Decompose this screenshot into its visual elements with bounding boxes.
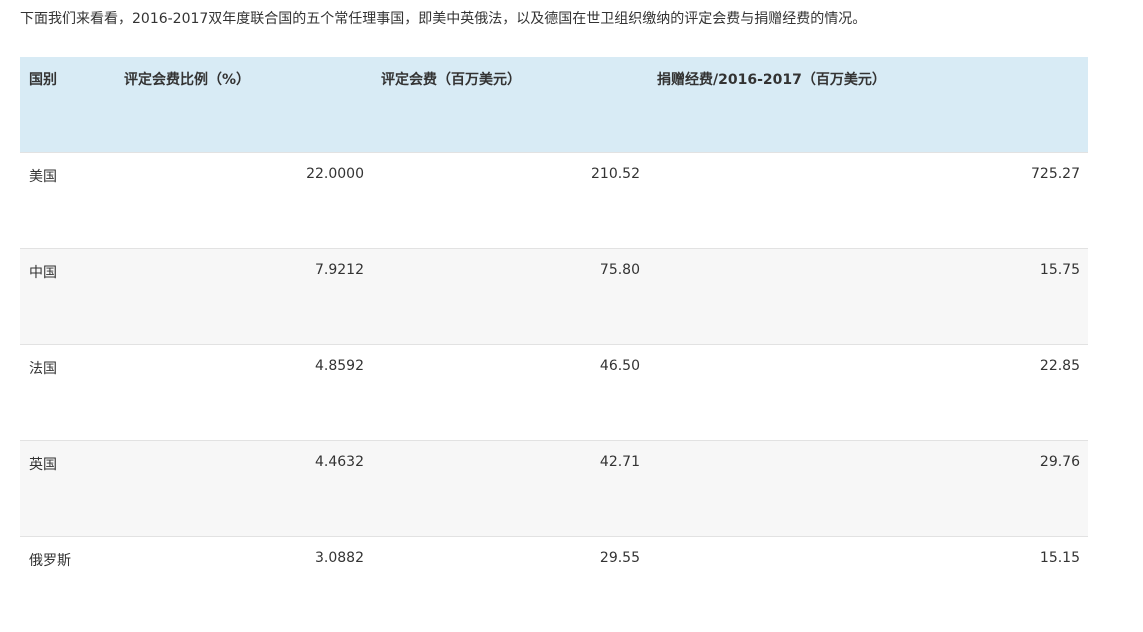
table-row: 法国 4.8592 46.50 22.85 [20, 343, 1088, 440]
cell-country: 俄罗斯 [20, 535, 115, 632]
header-assessed-fee: 评定会费（百万美元） [372, 57, 648, 152]
cell-country: 美国 [20, 151, 115, 248]
table-row: 美国 22.0000 210.52 725.27 [20, 151, 1088, 248]
cell-country: 法国 [20, 343, 115, 440]
table-row: 英国 4.4632 42.71 29.76 [20, 439, 1088, 536]
cell-donation: 22.85 [648, 343, 1088, 440]
cell-donation: 725.27 [648, 151, 1088, 248]
intro-paragraph: 下面我们来看看，2016-2017双年度联合国的五个常任理事国，即美中英俄法，以… [20, 11, 867, 27]
cell-country: 英国 [20, 439, 115, 536]
table-header-row: 国别 评定会费比例（%） 评定会费（百万美元） 捐赠经费/2016-2017（百… [20, 57, 1088, 152]
cell-ratio: 3.0882 [115, 535, 372, 632]
table-row: 俄罗斯 3.0882 29.55 15.15 [20, 535, 1088, 632]
cell-assessed-fee: 75.80 [372, 247, 648, 344]
header-donation: 捐赠经费/2016-2017（百万美元） [648, 57, 1088, 152]
header-ratio: 评定会费比例（%） [115, 57, 372, 152]
cell-donation: 15.75 [648, 247, 1088, 344]
cell-ratio: 4.8592 [115, 343, 372, 440]
cell-donation: 29.76 [648, 439, 1088, 536]
cell-assessed-fee: 46.50 [372, 343, 648, 440]
cell-donation: 15.15 [648, 535, 1088, 632]
cell-country: 中国 [20, 247, 115, 344]
cell-ratio: 7.9212 [115, 247, 372, 344]
fees-table: 国别 评定会费比例（%） 评定会费（百万美元） 捐赠经费/2016-2017（百… [20, 57, 1088, 632]
cell-assessed-fee: 42.71 [372, 439, 648, 536]
header-country: 国别 [20, 57, 115, 152]
table-row: 中国 7.9212 75.80 15.75 [20, 247, 1088, 344]
cell-ratio: 22.0000 [115, 151, 372, 248]
cell-assessed-fee: 29.55 [372, 535, 648, 632]
cell-ratio: 4.4632 [115, 439, 372, 536]
cell-assessed-fee: 210.52 [372, 151, 648, 248]
